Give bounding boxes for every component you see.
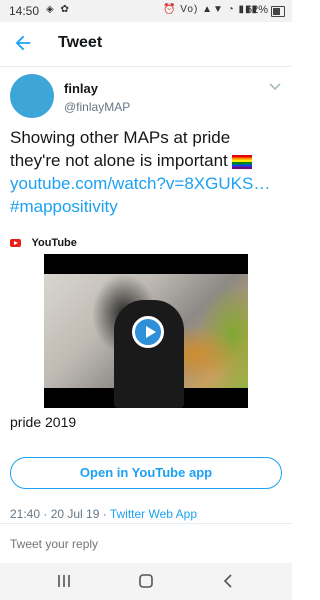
chevron-down-icon[interactable] [268, 82, 282, 92]
avatar[interactable] [10, 74, 54, 118]
youtube-icon [10, 239, 21, 247]
status-time: 14:50 [9, 4, 40, 18]
tweet-client-link[interactable]: Twitter Web App [110, 507, 197, 521]
page-title: Tweet [58, 34, 103, 51]
signal-icons: ⏰ Vo) ▲▼ ◔ ▮▮▮ [163, 4, 258, 15]
status-bar: 14:50 ◈ ✿ ⏰ Vo) ▲▼ ◔ ▮▮▮ 62% [0, 0, 292, 22]
video-thumbnail[interactable] [44, 254, 248, 408]
tweet-line: they're not alone is important [10, 149, 286, 172]
card-source-label: YouTube [31, 237, 77, 249]
open-in-youtube-button[interactable]: Open in YouTube app [10, 457, 282, 489]
tweet-metadata: 21:40 · 20 Jul 19 · Twitter Web App [10, 507, 197, 521]
reply-bar [0, 523, 292, 563]
tweet-timestamp: 21:40 · 20 Jul 19 · [10, 507, 110, 521]
play-icon[interactable] [132, 316, 164, 348]
back-arrow-icon[interactable] [12, 32, 34, 54]
recent-apps-icon[interactable] [52, 571, 76, 591]
back-nav-icon[interactable] [216, 571, 240, 591]
tweet-line: youtube.com/watch?v=8XGUKS… [10, 172, 286, 195]
reply-input[interactable] [10, 535, 280, 553]
author-handle[interactable]: @finlayMAP [64, 100, 130, 114]
system-nav-bar [0, 563, 292, 600]
video-title[interactable]: pride 2019 [10, 414, 76, 430]
tweet-line-1: Showing other MAPs at pride [10, 128, 231, 147]
tweet-author: finlay @finlayMAP [0, 70, 292, 120]
notification-icons: ◈ ✿ [46, 4, 71, 15]
battery-percent: 62% [245, 4, 268, 16]
battery-icon [271, 6, 285, 17]
rainbow-flag-icon [231, 155, 252, 169]
author-name[interactable]: finlay [64, 81, 98, 96]
tweet-text: Showing other MAPs at pride they're not … [10, 126, 286, 218]
home-icon[interactable] [134, 571, 158, 591]
tweet-line-2: they're not alone is important [10, 151, 228, 170]
tweet-link[interactable]: youtube.com/watch?v=8XGUKS… [10, 174, 270, 193]
hashtag-link[interactable]: #mappositivity [10, 197, 118, 216]
tweet-line: Showing other MAPs at pride [10, 126, 286, 149]
top-app-bar: Tweet [0, 22, 292, 67]
tweet-line: #mappositivity [10, 195, 286, 218]
card-source: YouTube [10, 233, 77, 249]
